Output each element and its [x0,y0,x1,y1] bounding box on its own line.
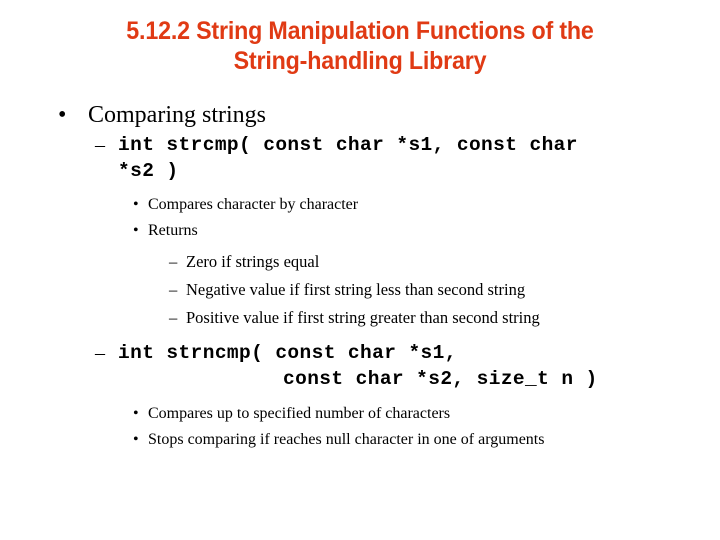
bullet-text: Positive value if first string greater t… [186,308,540,327]
bullet-round-icon: • [133,431,139,448]
bullet-text: Compares up to specified number of chara… [148,405,451,422]
bullet-text: Zero if strings equal [186,252,320,271]
bullet-text: Comparing strings [88,102,266,128]
bullet-round-icon: • [133,196,139,213]
code-line-strncmp: – int strncmp( const char *s1, const cha… [0,340,720,392]
slide-title: 5.12.2 String Manipulation Functions of … [126,17,594,75]
bullet-level3-compares-char: • Compares character by character [0,193,720,216]
bullet-dash-icon: – [95,342,105,364]
slide-canvas: 5.12.2 String Manipulation Functions of … [0,0,720,540]
bullet-round-icon: • [133,222,139,239]
code-text-line2: const char *s2, size_t n ) [283,368,598,390]
slide-body: • Comparing strings – int strcmp( const … [0,100,720,454]
code-text-line2: *s2 ) [118,160,179,182]
bullet-level1-comparing-strings: • Comparing strings [0,100,720,130]
bullet-text: Stops comparing if reaches null characte… [148,431,545,448]
bullet-level3-returns: • Returns [0,219,720,242]
code-line-strcmp: – int strcmp( const char *s1, const char… [0,132,720,184]
bullet-round-icon: • [58,102,67,128]
bullet-level4-negative: – Negative value if first string less th… [0,278,720,301]
bullet-dash-icon: – [169,252,178,271]
bullet-text: Compares character by character [148,196,359,213]
bullet-text: Returns [148,222,198,239]
bullet-dash-icon: – [95,134,105,156]
bullet-round-icon: • [133,405,139,422]
bullet-text: Negative value if first string less than… [186,280,526,299]
bullet-level4-zero: – Zero if strings equal [0,250,720,273]
code-text-line1: int strncmp( const char *s1, [118,342,457,364]
bullet-level3-stops-comparing: • Stops comparing if reaches null charac… [0,428,720,451]
bullet-dash-icon: – [169,280,178,299]
bullet-level4-positive: – Positive value if first string greater… [0,306,720,329]
bullet-level3-compares-upto: • Compares up to specified number of cha… [0,402,720,425]
code-text-line1: int strcmp( const char *s1, const char [118,134,578,156]
bullet-dash-icon: – [169,308,178,327]
